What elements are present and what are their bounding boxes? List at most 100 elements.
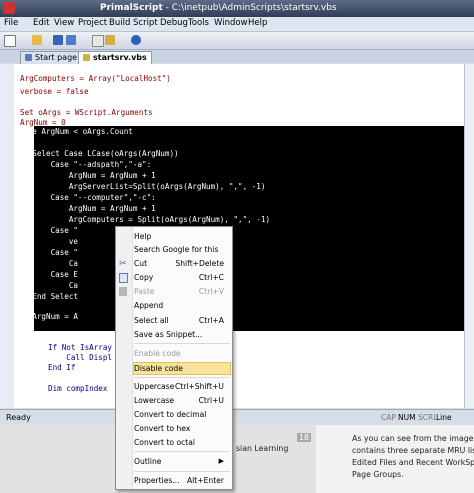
scissors-icon: ✂ xyxy=(119,259,127,269)
menu-item-paste[interactable]: Paste Ctrl+V xyxy=(134,286,230,297)
menu-build[interactable]: Build xyxy=(109,18,130,28)
app-icon[interactable] xyxy=(3,2,15,14)
title-separator: - xyxy=(162,3,172,13)
menu-item-label: Select all xyxy=(134,316,169,325)
menu-item-properties[interactable]: Properties... Alt+Enter xyxy=(134,475,230,486)
menu-item-label: Help xyxy=(134,232,152,241)
code-line: ArgNum = A xyxy=(14,312,79,321)
selected-code-block[interactable]: While ArgNum < oArgs.Count Select Case L… xyxy=(14,126,464,331)
menu-item-label: Save as Snippet... xyxy=(134,330,203,339)
menu-shortcut: Shift+Delete xyxy=(175,259,224,268)
save-icon[interactable] xyxy=(53,35,63,45)
count-badge: 18 xyxy=(297,433,311,442)
code-line: If Not IsArray xyxy=(48,343,113,352)
menu-edit[interactable]: Edit xyxy=(33,18,49,28)
code-line: Case "--computer","-c": xyxy=(14,193,156,202)
menu-item-outline[interactable]: Outline ▶ xyxy=(134,456,230,467)
toolbar xyxy=(0,32,474,50)
file-path: C:\inetpub\AdminScripts\startsrv.vbs xyxy=(171,3,337,13)
code-line: Set oArgs = WScript.Arguments xyxy=(20,108,153,117)
background-text: sian Learning xyxy=(236,444,289,453)
menu-item-label: Search Google for this xyxy=(134,245,219,254)
menu-separator xyxy=(134,451,230,452)
code-line: ArgNum = ArgNum + 1 xyxy=(14,171,156,180)
menu-shortcut: Ctrl+C xyxy=(198,273,224,282)
menu-item-label: Convert to hex xyxy=(134,424,191,433)
code-line: Ca xyxy=(14,259,79,268)
menu-item-convert-octal[interactable]: Convert to octal xyxy=(134,437,230,448)
code-line: End If xyxy=(48,363,76,372)
menu-file[interactable]: File xyxy=(4,18,18,28)
menu-window[interactable]: Window xyxy=(214,18,248,28)
menu-item-label: Append xyxy=(134,301,164,310)
menu-shortcut: Ctrl+U xyxy=(198,396,224,405)
menu-script[interactable]: Script xyxy=(133,18,158,28)
menu-item-label: Outline xyxy=(134,457,162,466)
menu-project[interactable]: Project xyxy=(78,18,107,28)
status-line: Line xyxy=(436,413,452,422)
tab-startsrv[interactable]: startsrv.vbs xyxy=(78,51,152,64)
menu-item-help[interactable]: Help xyxy=(134,231,230,242)
menu-shortcut: Alt+Enter xyxy=(186,476,224,485)
menu-item-cut[interactable]: Cut Shift+Delete xyxy=(134,258,230,269)
save-all-icon[interactable] xyxy=(66,35,76,45)
background-text: Edited Files and Recent WorkSpace xyxy=(352,458,474,467)
menu-tools[interactable]: Tools xyxy=(188,18,209,28)
properties-icon[interactable] xyxy=(105,35,115,45)
code-line: ArgServerList=Split(oArgs(ArgNum), ",", … xyxy=(14,182,266,191)
menu-shortcut: Ctrl+V xyxy=(198,287,224,296)
code-line: ve xyxy=(14,237,79,246)
vertical-scrollbar[interactable] xyxy=(464,64,474,408)
menu-separator xyxy=(134,377,230,378)
menu-item-select-all[interactable]: Select all Ctrl+A xyxy=(134,315,230,326)
background-text: contains three separate MRU lists: F xyxy=(352,446,474,455)
copy-icon xyxy=(119,273,128,283)
menu-item-save-as-snippet[interactable]: Save as Snippet... xyxy=(134,329,230,340)
code-line: verbose = false xyxy=(20,87,89,96)
menu-bar: File Edit View Project Build Script Debu… xyxy=(0,17,474,32)
code-line: While ArgNum < oArgs.Count xyxy=(14,127,133,136)
code-line: Dim compIndex xyxy=(48,384,108,393)
menu-item-search-google[interactable]: Search Google for this xyxy=(134,244,230,255)
menu-separator xyxy=(134,471,230,472)
help-icon[interactable] xyxy=(131,35,141,45)
menu-item-convert-hex[interactable]: Convert to hex xyxy=(134,423,230,434)
open-folder-icon[interactable] xyxy=(32,35,42,45)
status-scrl: SCRL xyxy=(418,413,438,422)
menu-item-uppercase[interactable]: Uppercase Ctrl+Shift+U xyxy=(134,381,230,392)
code-line: ArgComputers = Split(oArgs(ArgNum), ",",… xyxy=(14,215,271,224)
menu-help[interactable]: Help xyxy=(248,18,267,28)
menu-item-enable-code[interactable]: Enable code xyxy=(134,348,230,359)
status-ready: Ready xyxy=(6,413,31,422)
menu-item-label: Paste xyxy=(134,287,155,296)
menu-item-label: Copy xyxy=(134,273,154,282)
code-line: Ca xyxy=(14,281,79,290)
document-tabs: Start page startsrv.vbs xyxy=(0,50,474,64)
status-bar: Ready CAP NUM SCRL Line xyxy=(0,409,474,426)
code-line: End Select xyxy=(14,292,79,301)
submenu-arrow-icon: ▶ xyxy=(218,457,224,465)
code-line: Case " xyxy=(14,226,79,235)
print-icon[interactable] xyxy=(92,35,104,47)
background-text: As you can see from the image abo xyxy=(352,434,474,443)
new-file-icon[interactable] xyxy=(4,35,16,47)
menu-item-lowercase[interactable]: Lowercase Ctrl+U xyxy=(134,395,230,406)
menu-separator xyxy=(134,343,230,344)
line-gutter xyxy=(0,64,14,408)
menu-debug[interactable]: Debug xyxy=(160,18,188,28)
menu-item-append[interactable]: Append xyxy=(134,300,230,311)
paste-icon xyxy=(119,287,127,296)
menu-shortcut: Ctrl+A xyxy=(198,316,224,325)
menu-item-label: Convert to octal xyxy=(134,438,196,447)
tab-start-page[interactable]: Start page xyxy=(20,51,83,64)
menu-view[interactable]: View xyxy=(54,18,74,28)
code-line: Call Displ xyxy=(48,353,113,362)
menu-item-label: Uppercase xyxy=(134,382,175,391)
menu-item-disable-code[interactable]: Disable code xyxy=(133,362,231,375)
context-menu: Help Search Google for this ✂ Cut Shift+D… xyxy=(115,226,233,490)
app-name: PrimalScript xyxy=(100,3,163,13)
code-line: Case " xyxy=(14,248,79,257)
tab-label: Start page xyxy=(35,53,78,62)
menu-item-copy[interactable]: Copy Ctrl+C xyxy=(134,272,230,283)
menu-item-convert-decimal[interactable]: Convert to decimal xyxy=(134,409,230,420)
